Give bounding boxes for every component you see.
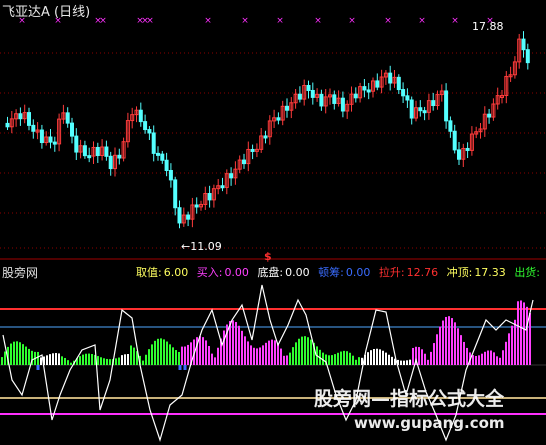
watermark-text: 股旁网—指标公式大全 xyxy=(314,388,505,410)
candle-body xyxy=(52,141,57,145)
field-label-chuhuo: 出货: xyxy=(514,266,541,279)
candle-body xyxy=(70,122,74,137)
indicator-values: 取值: 6.00 买入: 0.00 底盘: 0.00 顿筹: 0.00 拉升: 12.76… xyxy=(136,264,546,280)
field-value-mairu: 0.00 xyxy=(224,266,249,279)
candle-body xyxy=(409,99,414,119)
low-price-label: ←11.09 xyxy=(181,240,222,253)
candle-body xyxy=(31,124,36,132)
candle-body xyxy=(452,130,457,151)
candle-body xyxy=(405,95,410,101)
candle-body xyxy=(48,136,53,143)
candle-body xyxy=(375,80,380,88)
field-label-lasheng: 拉升: xyxy=(378,266,405,279)
signal-marker: $ xyxy=(264,250,272,263)
candle-body xyxy=(431,100,436,107)
signal-x-mark: × xyxy=(146,16,154,26)
candle-body xyxy=(207,193,212,201)
indicator-name: 股旁网 xyxy=(2,266,39,280)
candle-body xyxy=(418,107,423,112)
field-label-mairu: 买入: xyxy=(196,266,223,279)
candle-body xyxy=(263,135,268,139)
candle-body xyxy=(186,214,191,220)
candle-body xyxy=(87,155,92,159)
candle-body xyxy=(366,89,371,93)
candle-body xyxy=(457,149,461,160)
candle-body xyxy=(168,170,173,181)
candle-body xyxy=(27,112,31,126)
candle-body xyxy=(5,122,10,128)
signal-x-mark: × xyxy=(451,16,459,26)
candle-body xyxy=(104,146,109,157)
candle-body xyxy=(310,89,315,98)
candle-body xyxy=(487,113,492,118)
candle-body xyxy=(306,84,311,91)
field-value-dunchou: 0.00 xyxy=(345,266,371,279)
field-label-dunchou: 顿筹: xyxy=(318,266,344,279)
candle-body xyxy=(229,173,234,179)
chart-canvas[interactable]: × × ×× ××× × × × × × × × × × xyxy=(0,0,546,445)
candle-body xyxy=(18,113,23,120)
candle-body xyxy=(340,97,345,112)
signal-x-mark: × xyxy=(348,16,356,26)
candle-body xyxy=(177,207,182,224)
candle-body xyxy=(388,72,393,84)
candle-body xyxy=(74,135,79,153)
candle-body xyxy=(95,146,100,157)
candle-body xyxy=(164,159,169,172)
signal-x-mark: × xyxy=(314,16,322,26)
candle-body xyxy=(332,94,337,104)
candle-body xyxy=(297,93,302,100)
candle-body xyxy=(194,204,199,208)
candle-body xyxy=(521,38,526,51)
watermark-url: www.gupang.com xyxy=(354,414,505,432)
candle-body xyxy=(250,148,255,152)
chart-window: × × × × × × × × × × × × × × × × 飞亚达A (日线) 17.88 ←11.09 … xyxy=(0,0,546,445)
candle-body xyxy=(147,129,152,134)
candle-body xyxy=(401,89,406,97)
candle-body xyxy=(276,117,281,121)
candle-body xyxy=(117,154,122,159)
candle-body xyxy=(242,159,246,165)
candle-body xyxy=(444,90,449,122)
candle-body xyxy=(151,132,156,154)
field-label-quzhi: 取值: xyxy=(136,266,162,279)
peak-price-label: 17.88 xyxy=(472,20,504,33)
candle-body xyxy=(108,155,113,170)
candle-body xyxy=(362,86,367,91)
field-value-quzhi: 6.00 xyxy=(163,266,189,279)
signal-x-mark: × xyxy=(99,16,107,26)
field-value-dipan: 0.00 xyxy=(285,266,310,279)
candle-body xyxy=(156,152,160,156)
candle-body xyxy=(173,179,178,209)
signal-x-mark: × xyxy=(241,16,249,26)
candle-body xyxy=(143,121,148,131)
signal-x-mark: × xyxy=(276,16,284,26)
signal-x-mark: × xyxy=(418,16,426,26)
candle-body xyxy=(353,93,358,99)
candle-body xyxy=(160,153,165,161)
candle-body xyxy=(82,145,87,157)
field-value-lasheng: 12.76 xyxy=(406,266,439,279)
candle-body xyxy=(138,109,143,123)
candle-body xyxy=(448,120,453,132)
candle-body xyxy=(525,49,530,64)
signal-x-mark: × xyxy=(204,16,212,26)
candle-body xyxy=(285,105,289,111)
candle-body xyxy=(396,76,401,91)
candle-body xyxy=(65,112,70,124)
candle-body xyxy=(422,110,427,114)
stock-title: 飞亚达A (日线) xyxy=(2,5,91,20)
candle-body xyxy=(220,185,225,189)
candle-body xyxy=(465,147,470,151)
signal-x-mark: × xyxy=(384,16,392,26)
candle-body xyxy=(319,93,324,107)
field-label-chongding: 冲顶: xyxy=(446,266,473,279)
field-label-dipan: 底盘: xyxy=(257,266,284,279)
candle-body xyxy=(39,129,44,144)
field-value-chongding: 17.33 xyxy=(474,266,506,279)
